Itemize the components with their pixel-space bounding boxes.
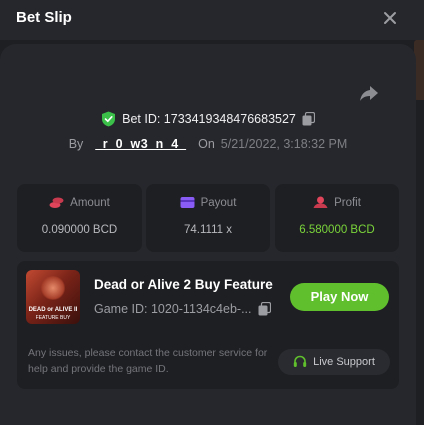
thumbnail-title: DEAD or ALIVE II [28, 307, 78, 313]
thumbnail-art [40, 276, 66, 300]
profit-label: Profit [334, 196, 361, 209]
payout-card: Payout 74.1111 x [146, 184, 270, 252]
support-notice: Any issues, please contact the customer … [28, 347, 268, 375]
headset-icon [293, 355, 307, 367]
profit-card: Profit 6.580000 BCD [275, 184, 399, 252]
copy-icon[interactable] [302, 112, 315, 126]
bet-date: 5/21/2022, 3:18:32 PM [220, 137, 348, 151]
bet-id-row: Bet ID: 1733419348476683527 [0, 110, 416, 128]
by-label: By [68, 137, 84, 151]
profit-value: 6.580000 BCD [299, 224, 375, 236]
game-thumbnail[interactable]: DEAD or ALIVE II FEATURE BUY [26, 270, 80, 324]
amount-label: Amount [70, 196, 110, 209]
play-now-button[interactable]: Play Now [290, 283, 389, 311]
amount-card: Amount 0.090000 BCD [17, 184, 142, 252]
game-name: Dead or Alive 2 Buy Feature [94, 277, 273, 292]
profit-icon [313, 196, 328, 208]
copy-icon[interactable] [258, 302, 271, 316]
username-link[interactable]: _r_0_w3_n_4_ [95, 137, 186, 151]
shield-check-icon [102, 111, 116, 127]
amount-value: 0.090000 BCD [41, 224, 118, 236]
share-icon[interactable] [358, 82, 380, 104]
bet-slip-modal: Bet Slip Bet ID: 1733419348476683527 By … [0, 0, 424, 425]
thumbnail-subtitle: FEATURE BUY [35, 315, 71, 321]
payout-label: Payout [200, 196, 237, 209]
live-support-button[interactable]: Live Support [278, 349, 390, 375]
modal-header: Bet Slip [0, 0, 424, 40]
bet-id: Bet ID: 1733419348476683527 [122, 112, 296, 126]
live-support-label: Live Support [313, 356, 375, 368]
coins-icon [49, 197, 64, 208]
bet-meta-row: By _r_0_w3_n_4_ On 5/21/2022, 3:18:32 PM [0, 135, 416, 153]
payout-value: 74.1111 x [184, 224, 232, 236]
wallet-icon [180, 197, 195, 208]
game-card: DEAD or ALIVE II FEATURE BUY Dead or Ali… [17, 261, 399, 389]
close-icon[interactable] [380, 8, 400, 28]
on-label: On [198, 137, 215, 151]
modal-title: Bet Slip [16, 9, 72, 26]
game-id: Game ID: 1020-1134c4eb-... [94, 302, 252, 316]
game-id-row: Game ID: 1020-1134c4eb-... [94, 302, 271, 316]
